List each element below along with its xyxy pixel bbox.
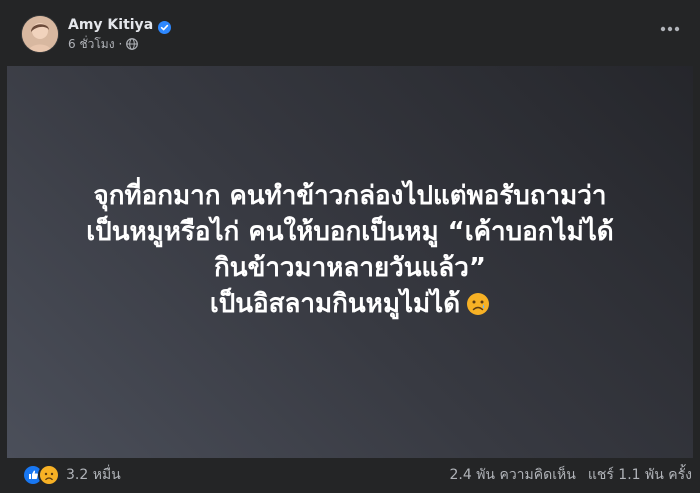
post-text-line: จุกที่อกมาก คนทำข้าวกล่องไปแต่พอรับถามว่… xyxy=(93,181,607,211)
post-header: Amy Kitiya 6 ชั่วโมง · xyxy=(0,0,700,66)
author-row: Amy Kitiya xyxy=(68,15,172,35)
post-footer: 3.2 หมื่น 2.4 พัน ความคิดเห็น แชร์ 1.1 พ… xyxy=(0,458,700,493)
post-text: จุกที่อกมาก คนทำข้าวกล่องไปแต่พอรับถามว่… xyxy=(7,178,693,322)
author-name[interactable]: Amy Kitiya xyxy=(68,17,153,33)
post-text-line: กินข้าวมาหลายวันแล้ว” xyxy=(214,253,486,283)
reactions-summary[interactable]: 3.2 หมื่น xyxy=(22,464,121,486)
post-text-line: เป็นหมูหรือไก่ คนให้บอกเป็นหมู “เค้าบอกไ… xyxy=(86,217,614,247)
sad-tear-emoji-icon xyxy=(466,290,490,315)
post-background: จุกที่อกมาก คนทำข้าวกล่องไปแต่พอรับถามว่… xyxy=(7,66,693,458)
post-meta: 6 ชั่วโมง · xyxy=(68,35,139,54)
post-timestamp[interactable]: 6 ชั่วโมง xyxy=(68,35,115,54)
more-options-icon[interactable] xyxy=(658,22,682,36)
post-text-line: เป็นอิสลามกินหมูไม่ได้ xyxy=(209,289,461,319)
meta-separator: · xyxy=(118,37,123,51)
avatar[interactable] xyxy=(22,16,58,52)
sad-icon xyxy=(38,464,60,486)
verified-badge-icon xyxy=(158,19,172,34)
post-text-line-last: เป็นอิสลามกินหมูไม่ได้ xyxy=(7,286,693,322)
shares-count-link[interactable]: แชร์ 1.1 พัน ครั้ง xyxy=(588,464,692,486)
reaction-count: 3.2 หมื่น xyxy=(66,467,121,483)
engagement-stats: 2.4 พัน ความคิดเห็น แชร์ 1.1 พัน ครั้ง xyxy=(449,465,692,485)
comments-count-link[interactable]: 2.4 พัน ความคิดเห็น xyxy=(449,464,575,486)
globe-icon[interactable] xyxy=(126,38,139,50)
